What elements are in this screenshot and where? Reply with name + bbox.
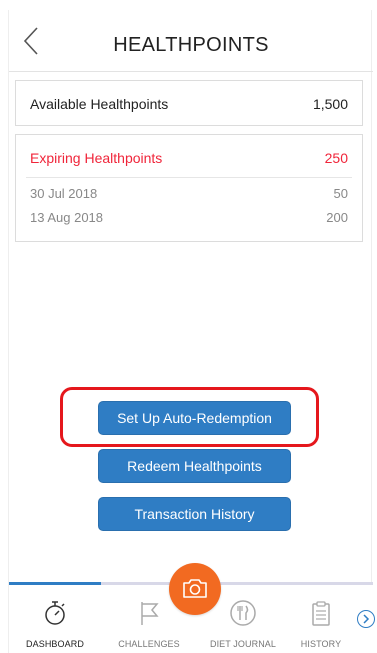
flag-icon [141, 602, 159, 625]
fork-knife-icon [230, 600, 256, 626]
expiring-total: 250 [324, 150, 348, 166]
expiring-header-row: Expiring Healthpoints 250 [30, 150, 348, 166]
tab-history[interactable]: HISTORY [291, 595, 351, 653]
tab-label: DIET JOURNAL [209, 639, 277, 649]
stopwatch-icon [45, 601, 65, 625]
more-tabs-button[interactable] [357, 610, 375, 628]
available-value: 1,500 [312, 96, 348, 112]
transaction-history-button[interactable]: Transaction History [98, 497, 291, 531]
tab-label: DASHBOARD [26, 639, 84, 649]
expiring-item-date: 13 Aug 2018 [30, 210, 104, 225]
tab-label: CHALLENGES [118, 639, 180, 649]
tab-label: HISTORY [300, 639, 342, 649]
clipboard-icon [312, 601, 330, 626]
expiring-label: Expiring Healthpoints [30, 150, 163, 166]
expiring-item-date: 30 Jul 2018 [30, 186, 98, 201]
page-title: HEALTHPOINTS [113, 34, 269, 56]
expiring-item: 13 Aug 2018 200 [30, 210, 348, 225]
camera-icon [183, 579, 207, 598]
healthpoints-screen: HEALTHPOINTS Available Healthpoints 1,50… [8, 10, 375, 653]
redeem-healthpoints-button[interactable]: Redeem Healthpoints [98, 449, 291, 483]
expiring-item: 30 Jul 2018 50 [30, 186, 348, 201]
tab-dashboard[interactable]: DASHBOARD [11, 595, 99, 653]
divider [26, 177, 352, 178]
chevron-right-icon [363, 614, 370, 624]
header: HEALTHPOINTS [9, 10, 373, 72]
available-row: Available Healthpoints 1,500 [30, 96, 348, 112]
expiring-item-points: 200 [326, 210, 348, 225]
active-tab-indicator [9, 582, 101, 585]
set-up-auto-redemption-button[interactable]: Set Up Auto-Redemption [98, 401, 291, 435]
expiring-healthpoints-card: Expiring Healthpoints 250 30 Jul 2018 50… [15, 134, 363, 242]
available-label: Available Healthpoints [30, 96, 169, 112]
expiring-item-points: 50 [333, 186, 348, 201]
camera-button[interactable] [169, 563, 221, 615]
available-healthpoints-card: Available Healthpoints 1,500 [15, 80, 363, 126]
